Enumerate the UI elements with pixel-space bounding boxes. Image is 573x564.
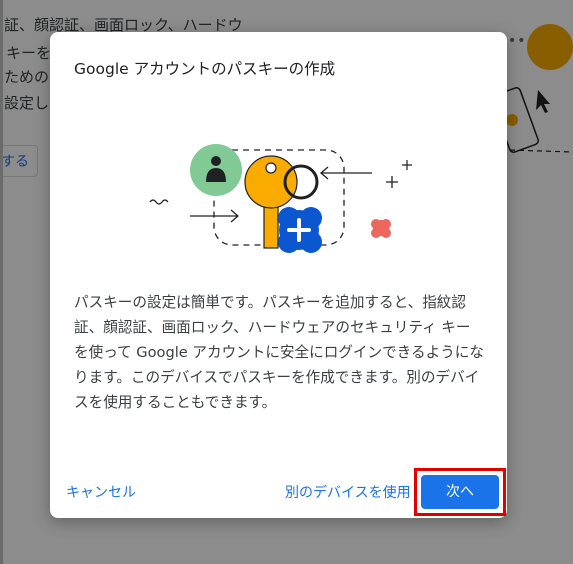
passkey-dialog: Google アカウントのパスキーの作成 パスキーの設定は簡単です。パスキーを追… [50, 32, 507, 518]
dialog-description: パスキーの設定は簡単です。パスキーを追加すると、指紋認証、顔認証、画面ロック、ハ… [74, 294, 484, 411]
window-edge [0, 0, 3, 564]
next-button[interactable]: 次へ [421, 475, 499, 509]
dialog-title: Google アカウントのパスキーの作成 [74, 60, 336, 78]
user-badge-icon [190, 144, 242, 196]
add-passkey-icon [278, 207, 322, 253]
cancel-button[interactable]: キャンセル [66, 482, 136, 502]
use-other-device-button[interactable]: 別のデバイスを使用 [285, 482, 411, 502]
passkey-illustration [149, 144, 412, 253]
